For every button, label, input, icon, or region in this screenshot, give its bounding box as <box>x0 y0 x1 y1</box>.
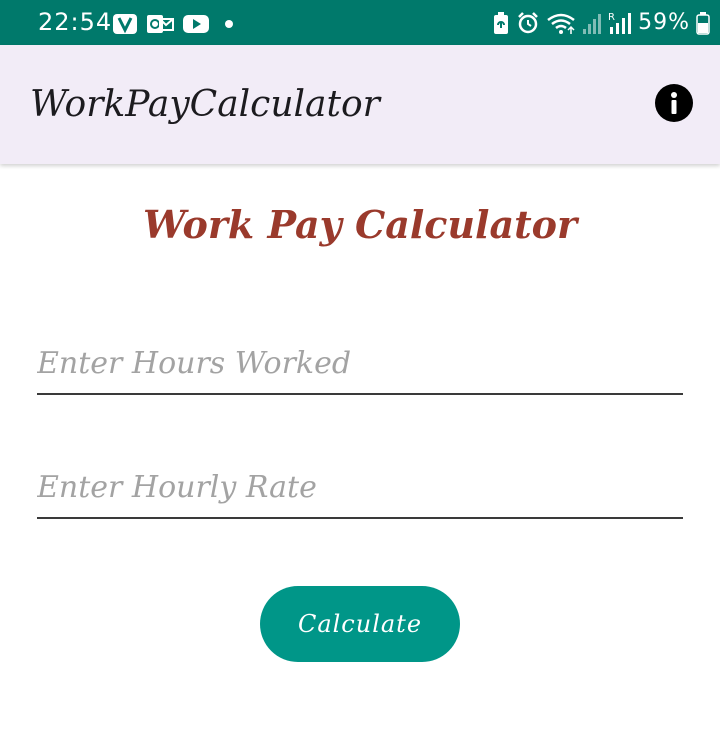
signal-icon <box>583 14 602 34</box>
info-icon <box>671 92 677 114</box>
app-bar: WorkPayCalculator <box>0 45 720 164</box>
hourly-rate-field <box>37 457 683 519</box>
battery-percent: 59% <box>638 10 690 35</box>
calculate-button[interactable]: Calculate <box>260 586 460 662</box>
battery-icon <box>696 12 710 35</box>
info-button[interactable] <box>655 84 693 122</box>
youtube-icon <box>183 15 209 33</box>
page-heading: Work Pay Calculator <box>142 202 578 247</box>
battery-saver-icon <box>494 12 509 34</box>
status-system-icons: R 59% <box>492 10 710 36</box>
app-title: WorkPayCalculator <box>30 84 380 125</box>
alarm-icon <box>518 12 538 34</box>
roaming-signal-icon: R <box>608 12 632 34</box>
hourly-rate-input[interactable] <box>37 457 683 517</box>
hours-worked-input[interactable] <box>37 333 683 393</box>
wifi-icon <box>547 13 575 34</box>
status-time: 22:54 <box>38 8 113 36</box>
svg-text:R: R <box>608 12 615 23</box>
status-bar: 22:54 R 59% <box>0 0 720 45</box>
viber-icon <box>113 14 137 34</box>
status-notification-icons <box>112 13 240 35</box>
notification-dot-icon <box>225 20 233 28</box>
hours-worked-field <box>37 333 683 395</box>
outlook-icon <box>147 15 174 33</box>
